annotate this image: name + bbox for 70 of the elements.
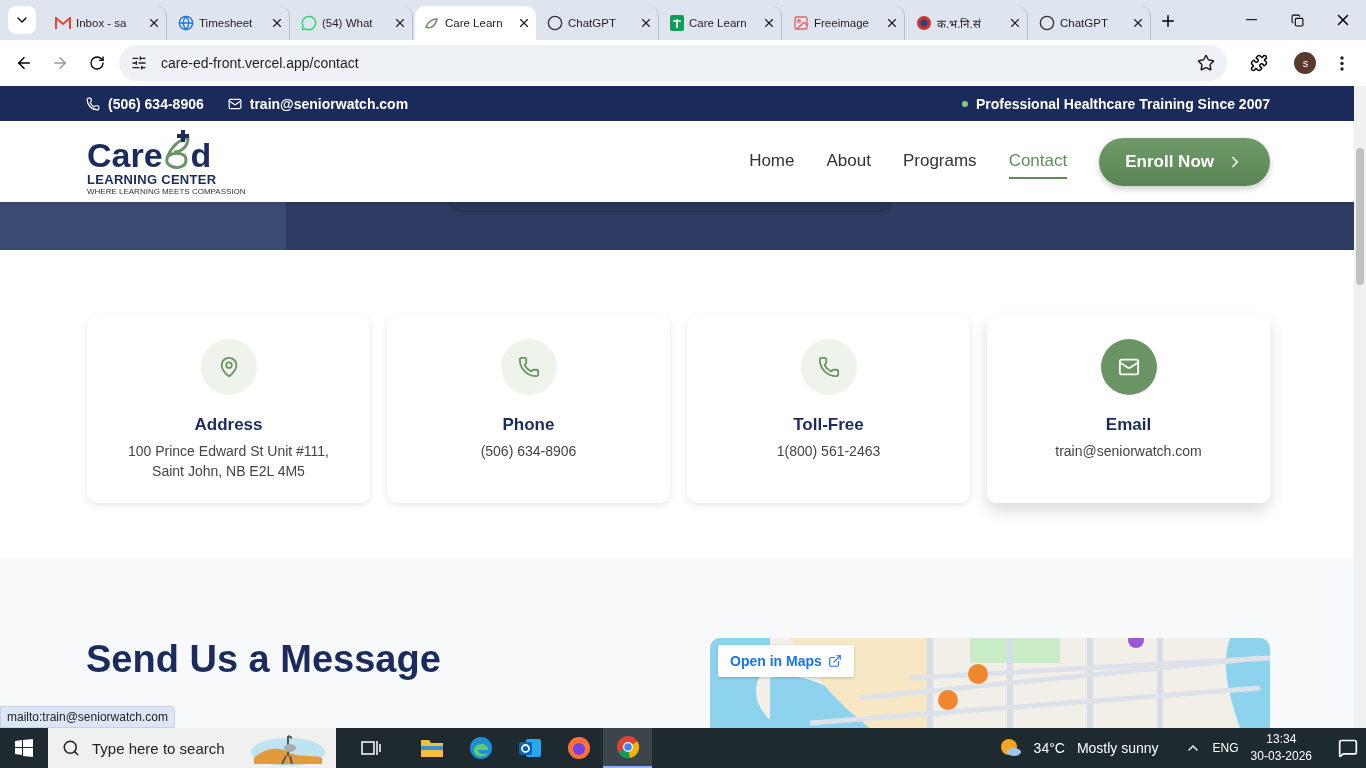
status-dot-icon bbox=[961, 100, 968, 107]
email-link[interactable]: train@seniorwatch.com bbox=[249, 95, 409, 112]
close-icon[interactable] bbox=[1008, 16, 1022, 30]
taskbar-search-field[interactable]: Type here to search bbox=[48, 728, 336, 768]
image-icon bbox=[793, 15, 809, 31]
minimize-icon bbox=[1245, 19, 1257, 21]
card-title: Phone bbox=[502, 414, 555, 435]
close-icon[interactable] bbox=[147, 16, 161, 30]
scrollbar[interactable] bbox=[1354, 86, 1366, 728]
card-title: Toll-Free bbox=[793, 414, 864, 435]
language-indicator[interactable]: ENG bbox=[1212, 741, 1239, 755]
card-text: 100 Prince Edward St Unit #111, bbox=[127, 441, 329, 461]
close-icon[interactable] bbox=[639, 16, 653, 30]
browser-tab[interactable]: Care Learn bbox=[415, 6, 536, 40]
mail-icon bbox=[227, 96, 242, 111]
site-info-icon[interactable] bbox=[131, 55, 147, 71]
nav-link[interactable]: Home bbox=[749, 144, 795, 179]
folder-icon bbox=[419, 738, 444, 758]
card-title: Address bbox=[194, 414, 263, 435]
status-link-tooltip: mailto:train@seniorwatch.com bbox=[0, 706, 175, 728]
search-icon bbox=[62, 739, 80, 757]
external-link-icon bbox=[827, 654, 842, 668]
close-icon[interactable] bbox=[762, 16, 776, 30]
weather-icon bbox=[999, 738, 1022, 758]
close-icon[interactable] bbox=[517, 16, 531, 30]
menu-icon bbox=[1339, 55, 1344, 71]
globe-icon bbox=[178, 15, 194, 31]
restore-icon bbox=[1290, 13, 1304, 27]
windows-logo-icon bbox=[15, 739, 33, 757]
close-icon[interactable] bbox=[270, 16, 284, 30]
card-title: Email bbox=[1105, 414, 1152, 435]
tab-search-button[interactable] bbox=[8, 6, 36, 34]
spreadsheet-icon bbox=[670, 15, 684, 31]
close-icon[interactable] bbox=[885, 16, 899, 30]
phone-link[interactable]: (506) 634-8906 bbox=[108, 95, 204, 112]
edge-icon bbox=[468, 736, 493, 760]
weather-text: Mostly sunny bbox=[1076, 740, 1159, 756]
address-bar[interactable]: care-ed-front.vercel.app/contact bbox=[119, 45, 1227, 81]
clock-date[interactable]: 30-03-2026 bbox=[1250, 748, 1312, 765]
close-icon[interactable] bbox=[1131, 16, 1145, 30]
notifications-icon[interactable] bbox=[1338, 738, 1358, 758]
chrome-icon bbox=[615, 735, 640, 759]
temperature-text: 34°C bbox=[1033, 740, 1065, 756]
close-icon[interactable] bbox=[393, 16, 407, 30]
card-text: 1(800) 561-2463 bbox=[776, 441, 881, 461]
nav-link[interactable]: About bbox=[826, 144, 871, 179]
seal-icon bbox=[916, 15, 932, 31]
reload-icon bbox=[88, 55, 105, 71]
open-in-maps-button[interactable]: Open in Maps bbox=[718, 645, 854, 677]
leaf-icon bbox=[424, 15, 440, 31]
nav-link[interactable]: Contact bbox=[1008, 144, 1068, 179]
card-text: Saint John, NB E2L 4M5 bbox=[152, 461, 305, 481]
nav-link[interactable]: Programs bbox=[902, 144, 977, 179]
puzzle-icon bbox=[1250, 54, 1269, 72]
phone-icon bbox=[86, 96, 100, 111]
firefox-icon bbox=[566, 736, 591, 760]
mail-icon bbox=[55, 17, 71, 29]
outlook-icon bbox=[517, 737, 542, 759]
clock-time[interactable]: 13:34 bbox=[1266, 731, 1297, 748]
bookmark-star-icon[interactable] bbox=[1197, 54, 1215, 72]
plus-icon bbox=[1159, 12, 1177, 30]
header-tagline: Professional Healthcare Training Since 2007 bbox=[975, 95, 1270, 112]
card-text: (506) 634-8906 bbox=[480, 441, 577, 461]
taskbar-app-button[interactable] bbox=[603, 728, 652, 768]
task-view-icon bbox=[360, 739, 381, 757]
section-heading: Send Us a Message bbox=[86, 638, 442, 681]
logo[interactable]: Care d LEARNING CENTER WHERE LEARNING MEETS COMPASSION bbox=[87, 127, 246, 196]
enroll-button[interactable]: Enroll Now bbox=[1099, 137, 1270, 186]
card-text: train@seniorwatch.com bbox=[1055, 441, 1202, 461]
chat-icon bbox=[301, 15, 317, 31]
